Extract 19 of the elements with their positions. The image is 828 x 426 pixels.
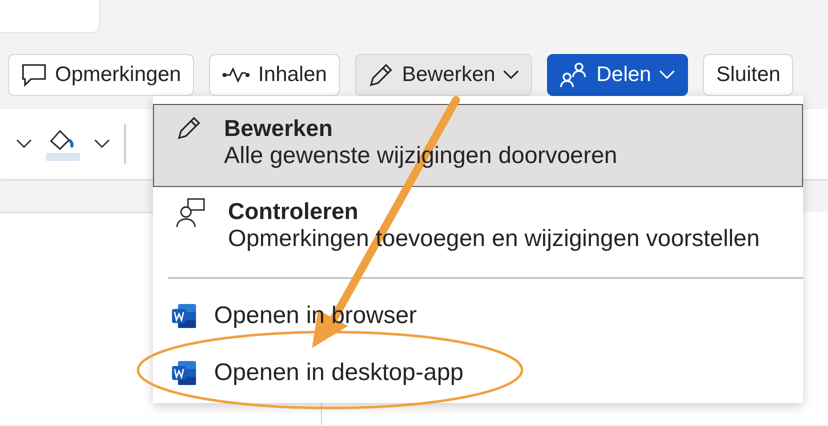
word-logo-icon xyxy=(171,360,197,386)
menu-item[interactable]: Openen in desktop-app xyxy=(153,344,803,401)
pulse-icon xyxy=(222,66,250,84)
paint-bucket-icon[interactable] xyxy=(46,127,80,161)
person-comment-icon xyxy=(176,198,206,228)
toolbar-button[interactable]: Delen xyxy=(547,54,688,96)
chevron-icon[interactable] xyxy=(94,139,110,149)
people-icon xyxy=(560,62,588,88)
comment-icon xyxy=(21,63,47,87)
toolbar-button[interactable]: Opmerkingen xyxy=(8,54,194,96)
pencil-icon xyxy=(368,62,394,88)
toolbar-button[interactable]: Sluiten xyxy=(703,54,794,96)
item-title: Bewerken xyxy=(224,115,334,142)
chevron-icon[interactable] xyxy=(16,139,32,149)
item-title: Controleren xyxy=(228,198,360,224)
word-logo-icon xyxy=(171,302,197,328)
toolbar-button[interactable]: Inhalen xyxy=(209,54,340,96)
toolbar-button[interactable]: Bewerken xyxy=(354,54,532,96)
pencil-icon xyxy=(176,115,202,141)
